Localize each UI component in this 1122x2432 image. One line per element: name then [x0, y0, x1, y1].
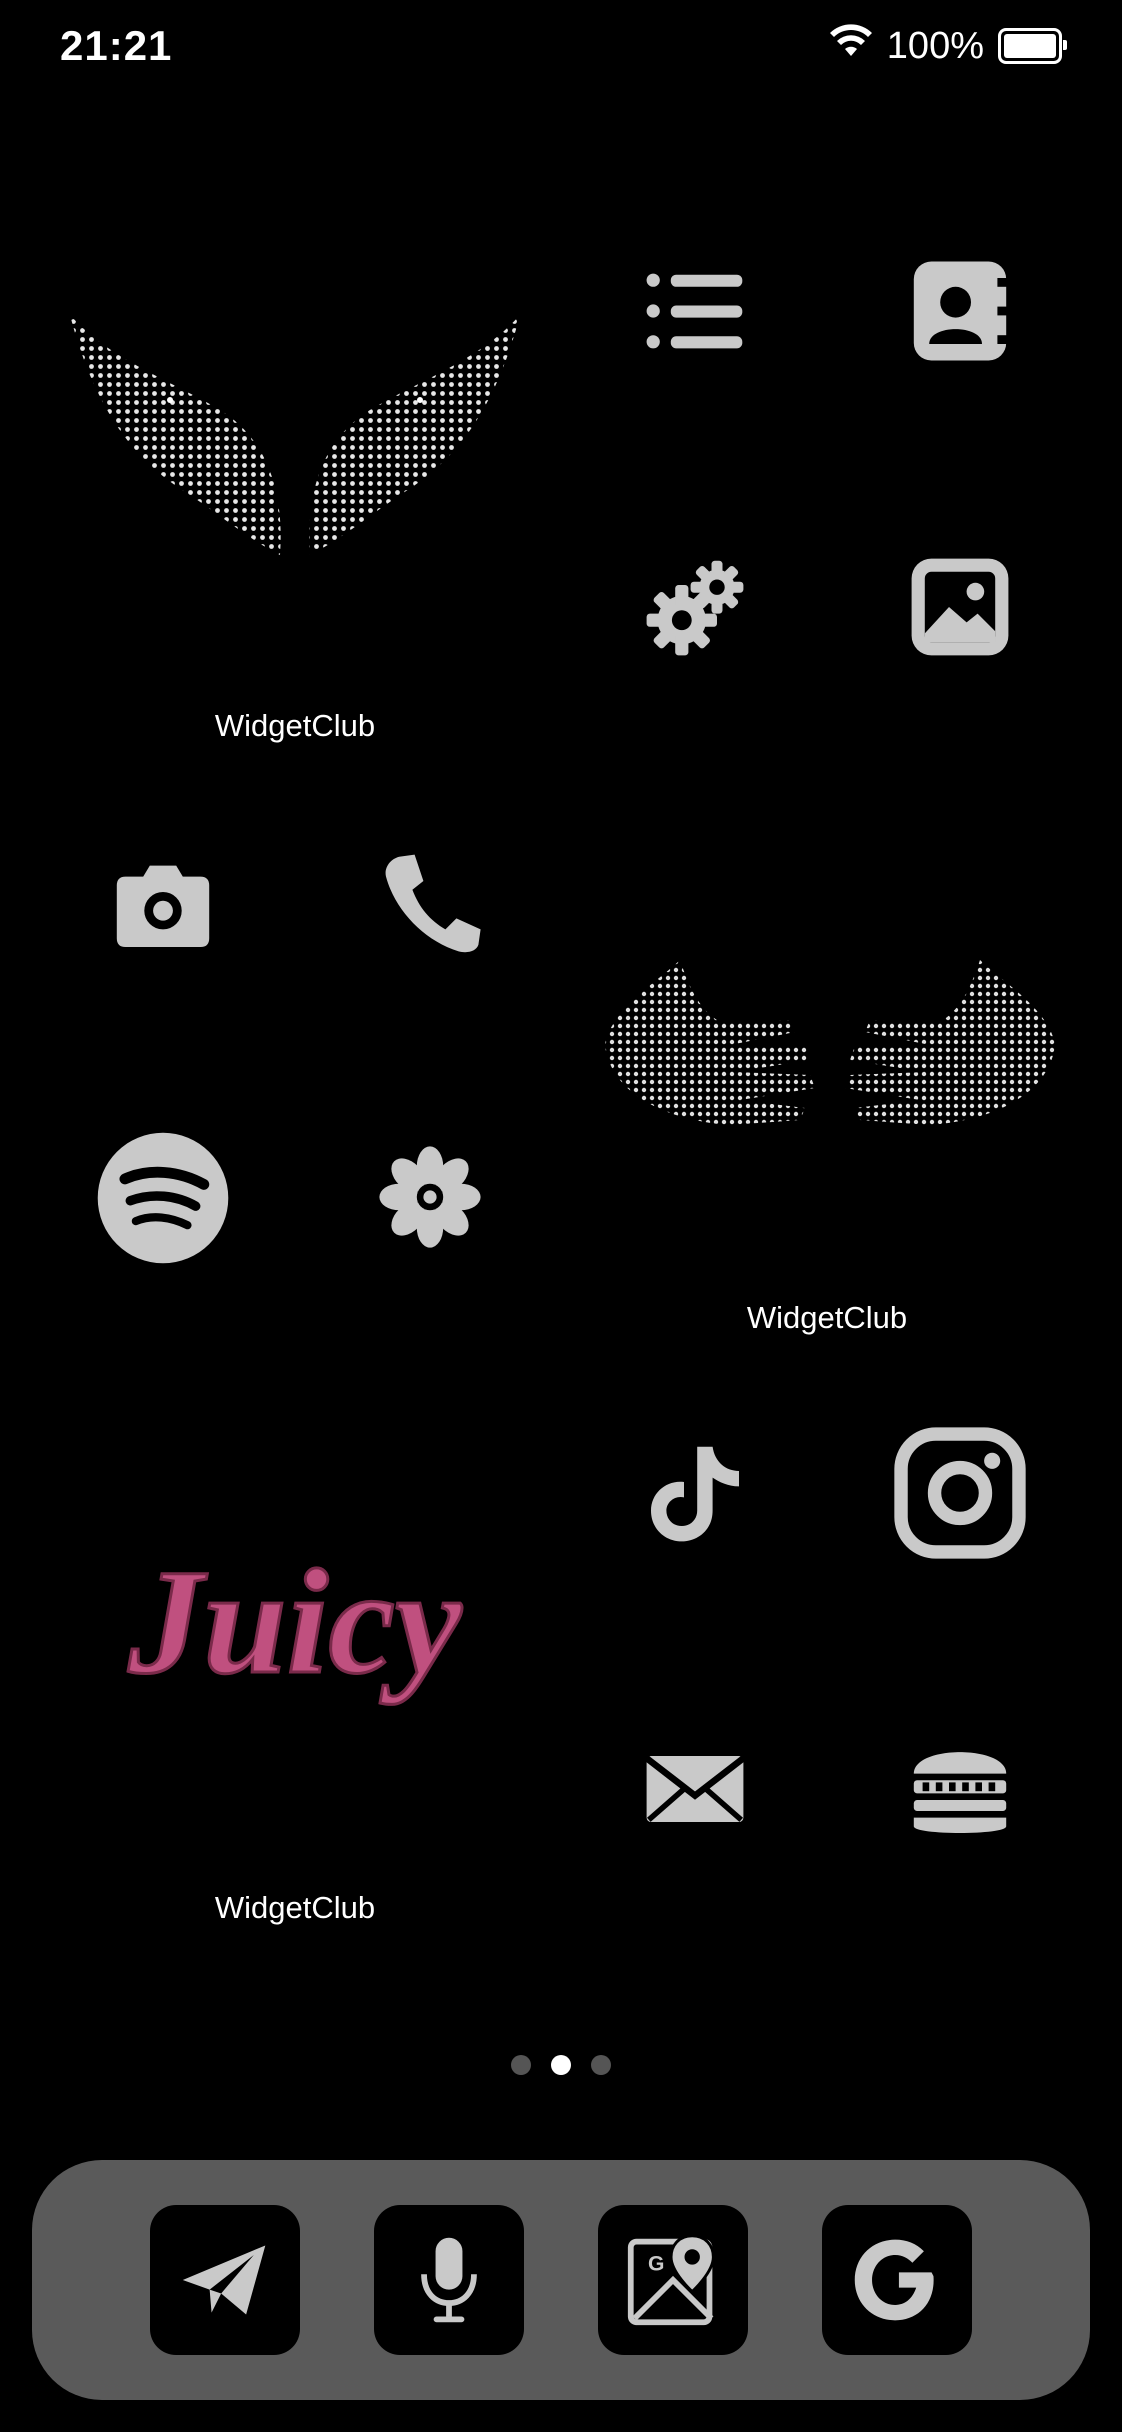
- mail-icon[interactable]: [640, 1734, 750, 1844]
- wings-image: [70, 315, 520, 555]
- dock-google-maps[interactable]: G: [598, 2205, 748, 2355]
- telegram-icon: [182, 2245, 266, 2315]
- juicy-logo-image: Juicy: [126, 1538, 465, 1707]
- dock: G: [32, 2160, 1090, 2400]
- spotify-icon[interactable]: [95, 1130, 231, 1266]
- microphone-icon: [421, 2237, 477, 2323]
- wifi-icon: [829, 24, 873, 68]
- settings-gears-icon[interactable]: [640, 552, 750, 662]
- svg-text:G: G: [648, 2252, 664, 2275]
- battery-icon: [998, 28, 1067, 64]
- widget-skeleton-hands[interactable]: [600, 950, 1060, 1140]
- list-icon[interactable]: [640, 256, 750, 366]
- status-time: 21:21: [60, 22, 173, 69]
- widget-label: WidgetClub: [214, 1890, 376, 1925]
- page-dot-active[interactable]: [551, 2055, 571, 2075]
- svg-text:Juicy: Juicy: [127, 1539, 463, 1705]
- google-maps-icon: G: [627, 2234, 715, 2326]
- page-indicator[interactable]: [0, 2055, 1122, 2075]
- widget-label: WidgetClub: [746, 1300, 908, 1335]
- dock-google[interactable]: [822, 2205, 972, 2355]
- contacts-icon[interactable]: [905, 256, 1015, 366]
- camera-icon[interactable]: [108, 848, 218, 958]
- status-right: 100%: [829, 24, 1067, 68]
- burger-icon[interactable]: [905, 1734, 1015, 1844]
- widget-label: WidgetClub: [214, 708, 376, 743]
- photos-icon[interactable]: [905, 552, 1015, 662]
- phone-icon[interactable]: [375, 848, 485, 958]
- dock-telegram[interactable]: [150, 2205, 300, 2355]
- dock-microphone[interactable]: [374, 2205, 524, 2355]
- page-dot[interactable]: [591, 2055, 611, 2075]
- battery-percent: 100%: [886, 24, 984, 67]
- tiktok-icon[interactable]: [640, 1438, 750, 1548]
- widget-juicy[interactable]: Juicy: [60, 1400, 530, 1800]
- widget-wings[interactable]: [60, 290, 530, 580]
- instagram-icon[interactable]: [893, 1426, 1027, 1560]
- page-dot[interactable]: [511, 2055, 531, 2075]
- google-icon: [854, 2239, 934, 2321]
- skeleton-hands-image: [605, 960, 1055, 1125]
- flower-icon[interactable]: [375, 1142, 485, 1252]
